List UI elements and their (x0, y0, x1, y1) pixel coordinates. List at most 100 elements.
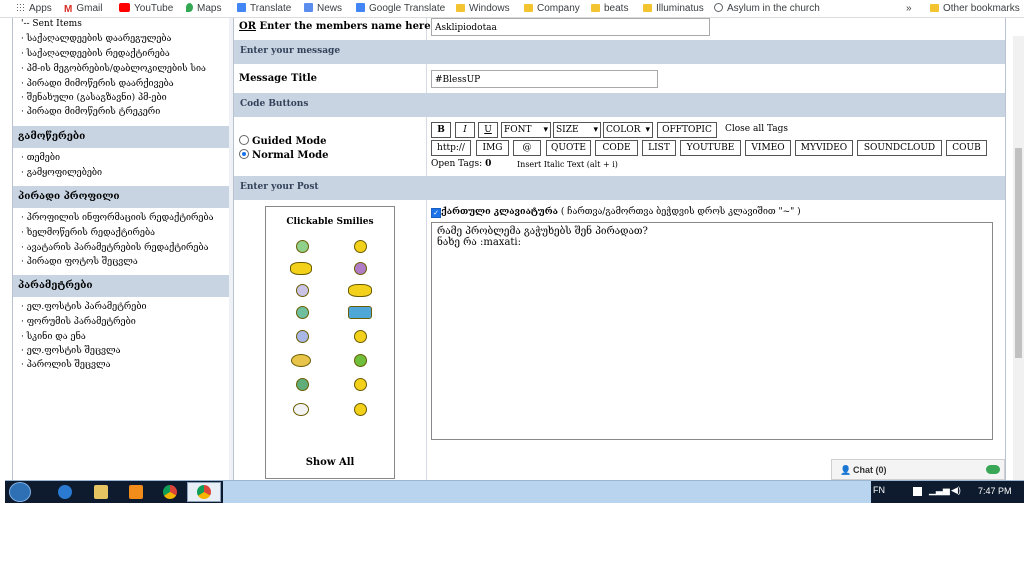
sidebar-item-folders-edit[interactable]: · საქაღალდეების რედაქტირება (21, 49, 170, 59)
sidebar-item-sent[interactable]: '-- Sent Items (21, 19, 82, 29)
message-title-input[interactable]: #BlessUP (431, 70, 658, 88)
font-select[interactable]: FONT (501, 122, 551, 138)
scrollbar-thumb[interactable] (1015, 148, 1022, 358)
guided-mode-radio[interactable] (239, 135, 249, 145)
smiley-icon[interactable] (354, 240, 367, 253)
bookmark-beats[interactable]: beats (591, 3, 628, 15)
action-center-icon[interactable] (913, 487, 922, 496)
underline-button[interactable]: U (478, 122, 498, 138)
bookmark-translate[interactable]: Translate (237, 3, 291, 15)
bookmark-google-translate[interactable]: Google Translate (356, 3, 445, 15)
sidebar-item-saved[interactable]: · შენახული (გასაგზავნი) პმ-ები (21, 93, 167, 103)
chat-widget[interactable]: 👤 Chat (0) (831, 459, 1005, 480)
bookmark-asylum[interactable]: Asylum in the church (714, 3, 820, 15)
sidebar-item-change-email[interactable]: · ელ.ფოსტის შეცვლა (21, 346, 121, 356)
list-button[interactable]: LIST (642, 140, 676, 156)
bookmarks-overflow-button[interactable]: » (906, 3, 912, 15)
chrome-icon[interactable] (163, 485, 177, 499)
quote-button[interactable]: QUOTE (546, 140, 591, 156)
sidebar: '-- Sent Items · საქაღალდეების დაარეგულე… (12, 18, 231, 480)
smiley-icon[interactable] (290, 262, 312, 275)
sidebar-item-photo[interactable]: · პირადი ფოტოს შეცვლა (21, 257, 138, 267)
close-all-tags-link[interactable]: Close all Tags (725, 124, 788, 134)
apps-grid-icon (16, 3, 25, 12)
bookmark-other[interactable]: Other bookmarks (930, 3, 1020, 15)
bookmark-maps[interactable]: Maps (186, 3, 221, 15)
taskbar-pinned (5, 481, 223, 503)
post-textarea[interactable]: რამე პრობლემა გაჭუხებს შენ პირადათ? ნახე… (431, 222, 993, 440)
img-button[interactable]: IMG (476, 140, 509, 156)
smiley-icon[interactable] (291, 354, 311, 367)
myvideo-button[interactable]: MYVIDEO (795, 140, 853, 156)
checkbox-checked-icon[interactable]: ✓ (431, 208, 441, 218)
show-all-smilies-link[interactable]: Show All (266, 457, 394, 468)
smiley-icon[interactable] (296, 284, 309, 297)
smiley-icon[interactable] (354, 403, 367, 416)
sidebar-item-forums[interactable]: · გამყოფილებები (21, 168, 102, 178)
members-label: OR Enter the members name here (239, 21, 431, 32)
sidebar-item-change-password[interactable]: · პაროლის შეცვლა (21, 360, 110, 370)
internet-explorer-icon[interactable] (58, 485, 72, 499)
sidebar-item-avatar[interactable]: · ავატარის პარამეტრების რედაქტირება (21, 243, 208, 253)
bookmark-youtube[interactable]: YouTube (119, 3, 173, 15)
smiley-icon[interactable] (296, 306, 309, 319)
gmail-icon: M (64, 4, 73, 15)
sidebar-item-email-settings[interactable]: · ელ.ფოსტის პარამეტრები (21, 302, 147, 312)
normal-mode-radio[interactable] (239, 149, 249, 159)
smiley-icon[interactable] (296, 378, 309, 391)
sidebar-item-tracker[interactable]: · პირადი მიმოწერის ტრეკერი (21, 107, 160, 117)
size-select[interactable]: SIZE (553, 122, 601, 138)
soundcloud-button[interactable]: SOUNDCLOUD (857, 140, 942, 156)
color-select[interactable]: COLOR (603, 122, 653, 138)
sidebar-item-signature[interactable]: · ხელმოწერის რედაქტირება (21, 228, 155, 238)
smiley-icon[interactable] (354, 330, 367, 343)
sidebar-item-topics[interactable]: · თემები (21, 153, 60, 163)
bookmark-illuminatus[interactable]: Illuminatus (643, 3, 704, 15)
chrome-icon (197, 485, 211, 499)
active-window-button[interactable] (187, 482, 221, 502)
smiley-icon[interactable] (348, 306, 372, 319)
bookmark-news[interactable]: News (304, 3, 342, 15)
smiley-icon[interactable] (293, 403, 309, 416)
smiley-icon[interactable] (354, 354, 367, 367)
sidebar-item-profile-info[interactable]: · პროფილის ინფორმაციის რედაქტირება (21, 213, 213, 223)
vimeo-button[interactable]: VIMEO (745, 140, 791, 156)
offtopic-button[interactable]: OFFTOPIC (657, 122, 717, 138)
smiley-icon[interactable] (296, 330, 309, 343)
normal-mode-option[interactable]: Normal Mode (239, 149, 329, 161)
sidebar-item-board-settings[interactable]: · ფორუმის პარამეტრები (21, 317, 136, 327)
smiley-icon[interactable] (296, 240, 309, 253)
volume-icon[interactable]: ◀) (951, 485, 961, 496)
georgian-keyboard-toggle[interactable]: ✓ ქართული კლავიატურა ( ჩართვა/გამორთვა ბე… (431, 207, 801, 218)
bookmark-gmail[interactable]: M Gmail (64, 3, 102, 15)
bookmark-windows[interactable]: Windows (456, 3, 510, 15)
italic-button[interactable]: I (455, 122, 475, 138)
smiley-icon[interactable] (348, 284, 372, 297)
guided-mode-option[interactable]: Guided Mode (239, 135, 327, 147)
coub-button[interactable]: COUB (946, 140, 987, 156)
bookmark-apps[interactable]: Apps (16, 3, 52, 15)
members-input[interactable]: Asklipiodotaa (431, 18, 710, 36)
signal-icon[interactable]: ▁▃▅ (929, 485, 950, 496)
page-scrollbar[interactable] (1013, 36, 1024, 498)
bookmark-company[interactable]: Company (524, 3, 580, 15)
email-button[interactable]: @ (513, 140, 541, 156)
file-explorer-icon[interactable] (94, 485, 108, 499)
media-player-icon[interactable] (129, 485, 143, 499)
url-button[interactable]: http:// (431, 140, 471, 156)
toggle-icon[interactable] (986, 465, 1000, 474)
sidebar-item-skin-lang[interactable]: · სკინი და ენა (21, 332, 86, 342)
smilies-title: Clickable Smilies (286, 217, 374, 227)
code-button[interactable]: CODE (595, 140, 638, 156)
sidebar-item-buddy-list[interactable]: · პმ-ის მეგობრების/დაბლოკილების სია (21, 64, 206, 74)
sidebar-item-folders-manage[interactable]: · საქაღალდეების დაარეგულება (21, 34, 171, 44)
sidebar-item-archive[interactable]: · პირადი მიმოწერის დაარქივება (21, 79, 174, 89)
windows-taskbar: FN ▁▃▅ ◀) 7:47 PM (5, 480, 1024, 503)
smiley-icon[interactable] (354, 262, 367, 275)
language-indicator[interactable]: FN (873, 485, 885, 495)
smiley-icon[interactable] (354, 378, 367, 391)
youtube-button[interactable]: YOUTUBE (680, 140, 741, 156)
bold-button[interactable]: B (431, 122, 451, 138)
start-button-icon[interactable] (9, 482, 31, 502)
clock[interactable]: 7:47 PM (978, 486, 1012, 496)
